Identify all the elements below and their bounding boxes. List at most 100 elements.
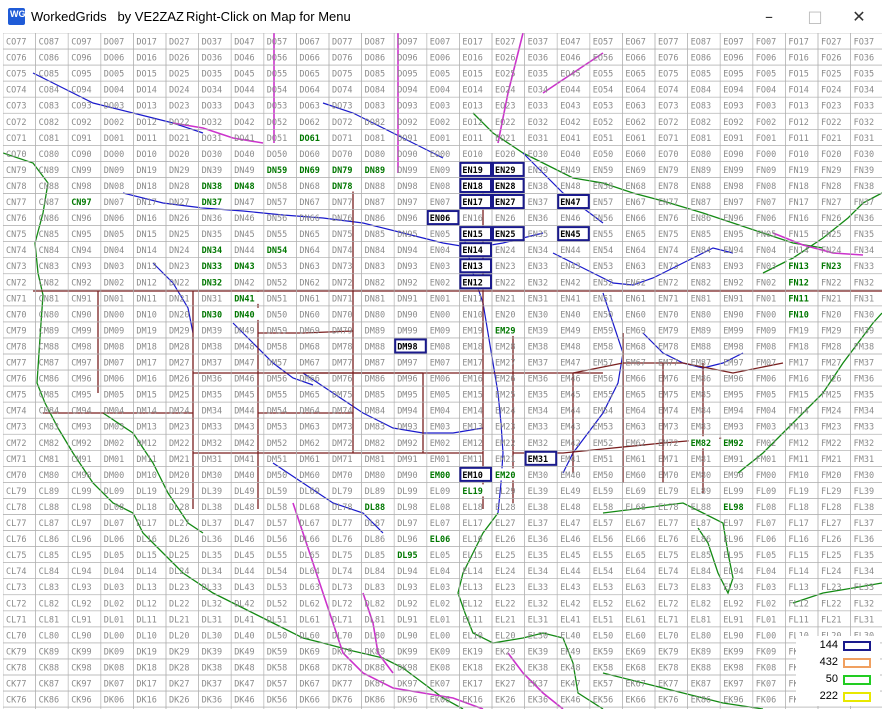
grid-cell[interactable]: EL54	[589, 562, 623, 580]
grid-cell[interactable]: EL22	[491, 594, 525, 612]
grid-cell[interactable]: DO26	[165, 48, 199, 66]
grid-cell[interactable]: CK88	[35, 658, 69, 676]
grid-cell[interactable]: DL16	[133, 530, 167, 547]
grid-cell[interactable]: DL03	[100, 578, 134, 596]
grid-cell[interactable]: EL59	[589, 482, 623, 499]
grid-cell[interactable]: DL40	[230, 626, 265, 644]
grid-cell[interactable]: DO14	[133, 80, 167, 98]
grid-cell[interactable]: DM11	[133, 449, 167, 467]
grid-cell[interactable]: FL34	[850, 562, 882, 580]
grid-cell[interactable]: FM13	[785, 417, 819, 435]
grid-cell[interactable]: DL98	[393, 498, 428, 515]
grid-cell[interactable]: EM17	[459, 353, 493, 371]
grid-cell[interactable]: EL50	[589, 626, 623, 644]
worked-grid-dn48[interactable]: DN48	[232, 179, 263, 192]
grid-cell[interactable]: DN17	[133, 193, 167, 210]
grid-cell[interactable]: EL05	[426, 546, 460, 563]
grid-cell[interactable]: FL13	[785, 578, 819, 596]
grid-cell[interactable]: EM15	[459, 385, 493, 403]
worked-grid-em20[interactable]: EM20	[493, 468, 524, 481]
grid-cell[interactable]: DL19	[133, 482, 167, 499]
grid-cell[interactable]: EM66	[622, 369, 656, 387]
grid-cell[interactable]: DM58	[263, 337, 297, 355]
worked-grid-fn23[interactable]: FN23	[819, 259, 850, 273]
grid-cell[interactable]: DL29	[165, 482, 199, 499]
grid-cell[interactable]: EN16	[459, 209, 493, 226]
grid-cell[interactable]: DN39	[198, 161, 232, 178]
grid-cell[interactable]: CL92	[67, 594, 102, 612]
worked-grid-dn41[interactable]: DN41	[232, 291, 263, 305]
grid-cell[interactable]: EM12	[459, 433, 493, 451]
grid-cell[interactable]: FN16	[785, 209, 819, 226]
grid-cell[interactable]: EL74	[654, 562, 688, 580]
grid-cell[interactable]: EN04	[426, 241, 460, 258]
grid-cell[interactable]: DK06	[100, 690, 134, 708]
grid-cell[interactable]: DL10	[133, 626, 167, 644]
grid-cell[interactable]: FO13	[785, 96, 819, 114]
grid-cell[interactable]: EN50	[589, 305, 623, 323]
grid-cell[interactable]: DO86	[361, 48, 395, 66]
grid-cell[interactable]: FO02	[752, 112, 786, 130]
grid-cell[interactable]: DN65	[296, 225, 330, 242]
grid-cell[interactable]: EO37	[524, 33, 558, 50]
grid-cell[interactable]: DL80	[361, 626, 395, 644]
grid-cell[interactable]: EN64	[622, 241, 656, 258]
grid-cell[interactable]: EL90	[719, 626, 754, 644]
grid-cell[interactable]: EO34	[524, 80, 558, 98]
grid-cell[interactable]: CM80	[35, 466, 69, 483]
grid-cell[interactable]: EM08	[426, 337, 460, 355]
grid-cell[interactable]: EL77	[654, 514, 688, 531]
grid-cell[interactable]: DM14	[133, 401, 167, 419]
grid-cell[interactable]: DM00	[100, 466, 134, 483]
grid-cell[interactable]: DL27	[165, 514, 199, 531]
grid-cell[interactable]: EN65	[622, 225, 656, 242]
grid-cell[interactable]: EL43	[556, 578, 591, 596]
grid-cell[interactable]: EN01	[426, 289, 460, 307]
grid-cell[interactable]: EM76	[654, 369, 688, 387]
grid-cell[interactable]: EO06	[426, 48, 460, 66]
grid-cell[interactable]: DO97	[393, 33, 428, 50]
grid-cell[interactable]: EM86	[687, 369, 721, 387]
grid-cell[interactable]: EK67	[622, 674, 656, 692]
grid-cell[interactable]: DK67	[296, 674, 330, 692]
grid-cell[interactable]: FL12	[785, 594, 819, 612]
grid-cell[interactable]: CM86	[35, 369, 69, 387]
grid-cell[interactable]: CO77	[3, 33, 36, 50]
grid-cell[interactable]: EN42	[556, 273, 591, 291]
grid-cell[interactable]: EO44	[556, 80, 591, 98]
grid-cell[interactable]: DO94	[393, 80, 428, 98]
grid-cell[interactable]: DK07	[100, 674, 134, 692]
grid-cell[interactable]: DN76	[328, 209, 362, 226]
worked-grid-dn38[interactable]: DN38	[199, 179, 231, 192]
grid-cell[interactable]: EN26	[491, 209, 525, 226]
grid-cell[interactable]: EL29	[491, 482, 525, 499]
grid-cell[interactable]: EM83	[687, 417, 721, 435]
grid-cell[interactable]: CK79	[3, 642, 36, 660]
grid-cell[interactable]: DN58	[263, 177, 297, 194]
grid-cell[interactable]: DK69	[296, 642, 330, 660]
grid-cell[interactable]: CO90	[67, 145, 102, 162]
grid-cell[interactable]: DM89	[361, 321, 395, 339]
grid-cell[interactable]: DM70	[328, 466, 362, 483]
grid-cell[interactable]: EL65	[622, 546, 656, 563]
grid-cell[interactable]: CM77	[3, 353, 36, 371]
grid-cell[interactable]: DO25	[165, 64, 199, 82]
grid-cell[interactable]: EN99	[719, 161, 754, 178]
grid-cell[interactable]: EL21	[491, 610, 525, 628]
grid-cell[interactable]: DL65	[296, 546, 330, 563]
grid-cell[interactable]: FL15	[785, 546, 819, 563]
grid-cell[interactable]: DN28	[165, 177, 199, 194]
grid-cell[interactable]: DN73	[328, 257, 362, 275]
grid-cell[interactable]: EK96	[719, 690, 754, 708]
grid-cell[interactable]: CO86	[35, 48, 69, 66]
grid-cell[interactable]: EL33	[524, 578, 558, 596]
grid-cell[interactable]: EO66	[622, 48, 656, 66]
grid-cell[interactable]: EL51	[589, 610, 623, 628]
grid-cell[interactable]: DL79	[328, 482, 362, 499]
grid-cell[interactable]: DN96	[393, 209, 428, 226]
grid-cell[interactable]: DN26	[165, 209, 199, 226]
grid-cell[interactable]: DK76	[328, 690, 362, 708]
grid-cell[interactable]: EN78	[654, 177, 688, 194]
grid-cell[interactable]: EM37	[524, 353, 558, 371]
grid-cell[interactable]: FN30	[850, 305, 882, 323]
